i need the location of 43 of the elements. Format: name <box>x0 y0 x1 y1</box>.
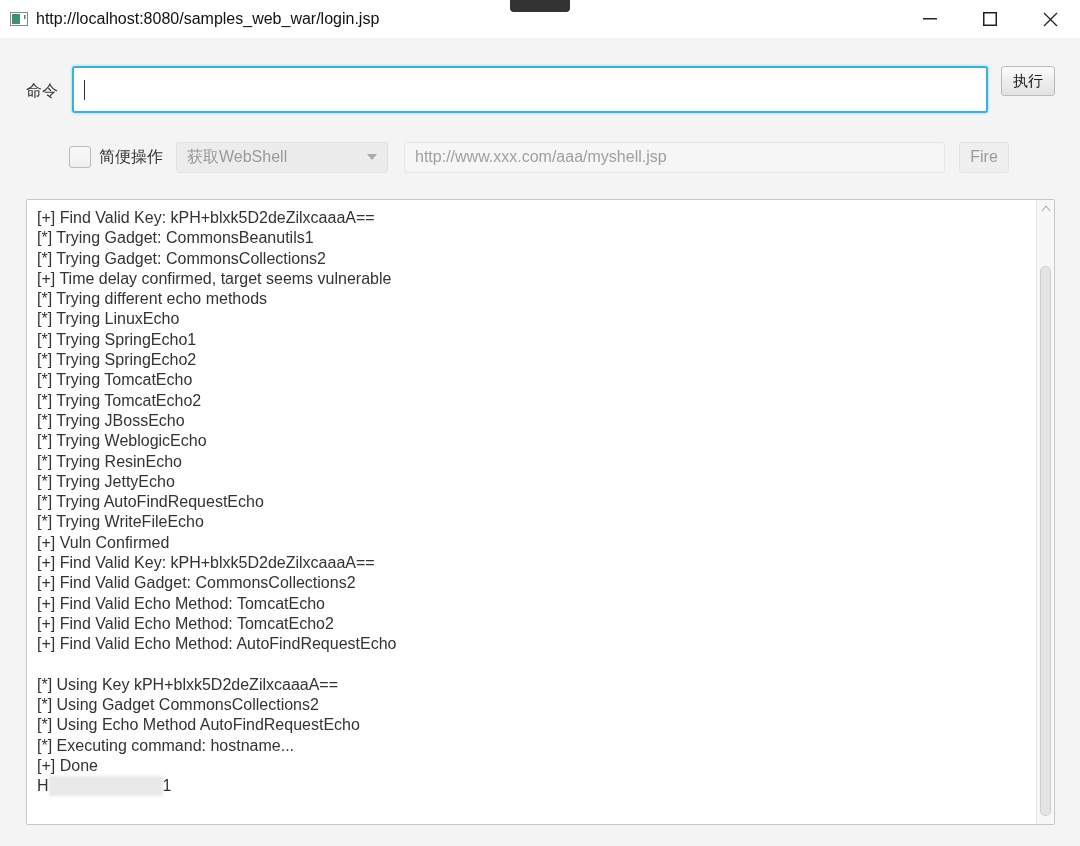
app-icon <box>10 12 28 26</box>
scrollbar-thumb[interactable] <box>1040 266 1051 816</box>
log-line: [*] Trying different echo methods <box>37 289 268 310</box>
log-line: [*] Using Echo Method AutoFindRequestEcho <box>37 715 360 736</box>
command-label: 命令 <box>26 81 59 101</box>
command-field[interactable] <box>72 66 988 113</box>
log-text: 1 <box>162 776 172 797</box>
log-line: [+] Find Valid Echo Method: AutoFindRequestEcho <box>37 634 397 655</box>
scroll-up-icon <box>1042 206 1050 211</box>
log-line: [+] Find Valid Gadget: CommonsCollections2 <box>37 573 356 594</box>
log-line: [+] Done <box>37 756 98 776</box>
log-line: [*] Trying LinuxEcho <box>37 309 180 330</box>
minimize-icon <box>923 18 937 20</box>
log-line: [*] Trying Gadget: CommonsCollections2 <box>37 248 326 269</box>
log-line: [*] Trying TomcatEcho <box>37 370 193 391</box>
text-cursor <box>84 79 85 100</box>
log-line: [+] Find Valid Key: kPH+blxk5D2deZilxcaaaA== <box>37 208 375 228</box>
log-line: [+] Find Valid Key: kPH+blxk5D2deZilxcaaaA== <box>37 553 375 574</box>
log-line: [+] Find Valid Echo Method: TomcatEcho <box>37 593 325 614</box>
log-line: [*] Executing command: hostname... <box>37 735 294 756</box>
log-line: [+] Vuln Confirmed <box>37 532 170 553</box>
log-text: H <box>37 776 49 797</box>
log-line: [*] Trying SpringEcho1 <box>37 329 197 350</box>
window-title: http://localhost:8080/samples_web_war/login.jsp <box>36 9 380 29</box>
log-line: [*] Trying Gadget: CommonsBeanutils1 <box>37 228 314 249</box>
log-line: [*] Trying WriteFileEcho <box>37 512 204 533</box>
run-button[interactable]: 执行 <box>1001 66 1055 96</box>
maximize-icon <box>983 12 997 26</box>
log-line: [*] Trying TomcatEcho2 <box>37 390 202 411</box>
dropdown-caret-icon <box>367 154 377 160</box>
log-line: [*] Trying JettyEcho <box>37 471 175 492</box>
log-line: [*] Trying SpringEcho2 <box>37 350 197 371</box>
log-line: [*] Using Gadget CommonsCollections2 <box>37 695 319 716</box>
close-icon <box>1042 11 1058 27</box>
output-area[interactable] <box>26 199 1055 825</box>
log-line: [+] Find Valid Echo Method: TomcatEcho2 <box>37 613 334 634</box>
log-line: [*] Trying ResinEcho <box>37 451 182 472</box>
log-line: [*] Trying AutoFindRequestEcho <box>37 492 264 513</box>
log-line: [*] Trying WeblogicEcho <box>37 431 207 452</box>
log-line: [*] Trying JBossEcho <box>37 410 185 431</box>
log-line: [*] Using Key kPH+blxk5D2deZilxcaaaA== <box>37 674 339 695</box>
simple-mode-label: 简便操作 <box>99 147 163 167</box>
log-line: [+] Time delay confirmed, target seems vulnerable <box>37 268 392 289</box>
